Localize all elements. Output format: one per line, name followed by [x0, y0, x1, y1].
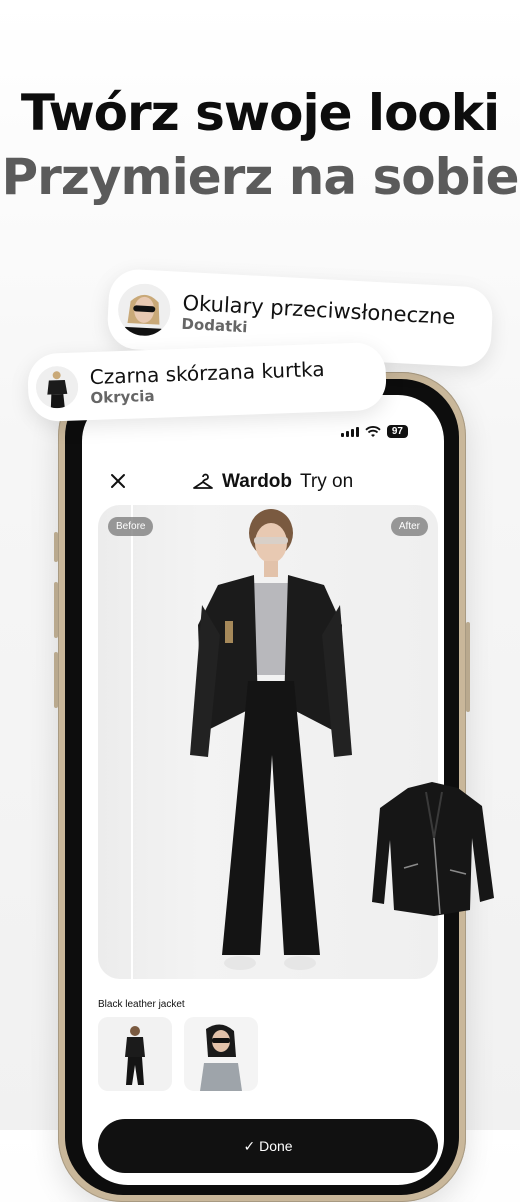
hanger-icon: [193, 473, 213, 489]
phone-power-button: [466, 622, 470, 712]
headline-line-2: Przymierz na sobie: [1, 148, 519, 206]
close-button[interactable]: [110, 471, 126, 493]
item-card-jacket[interactable]: Czarna skórzana kurtka Okrycia: [26, 341, 388, 423]
selected-item-label: Black leather jacket: [98, 999, 185, 1010]
signal-icon: [340, 426, 359, 437]
phone-side-button: [54, 532, 58, 562]
done-button-label: Done: [259, 1138, 293, 1154]
outfit-full-body-thumbnail[interactable]: [98, 1017, 172, 1091]
outfit-thumbnail-icon: [200, 1024, 242, 1091]
check-icon: ✓: [243, 1138, 260, 1154]
done-button[interactable]: ✓ Done: [98, 1119, 438, 1173]
battery-indicator: 97: [386, 425, 408, 438]
sunglasses-avatar-icon: [116, 282, 172, 338]
phone-volume-up: [54, 582, 58, 638]
jacket-outfit-avatar: [35, 365, 79, 409]
outfit-thumbnail-icon: [125, 1026, 145, 1085]
brand-name: Wardob: [222, 471, 293, 492]
wifi-icon: [365, 425, 381, 437]
app-bar: Wardob Try on: [82, 465, 444, 501]
mode-label: Try on: [300, 471, 354, 492]
headline-line-1: Twórz swoje looki: [20, 84, 500, 142]
sunglasses-woman-avatar: [116, 282, 172, 338]
close-icon: [111, 474, 125, 488]
app-brand: Wardob Try on: [192, 471, 353, 493]
outfit-sunglasses-thumbnail[interactable]: [184, 1017, 258, 1091]
status-bar: 97: [340, 425, 408, 438]
outfit-thumbnails: [98, 1017, 258, 1091]
phone-volume-down: [54, 652, 58, 708]
jacket-avatar-icon: [35, 365, 79, 409]
leather-jacket-product-image: [372, 782, 494, 916]
